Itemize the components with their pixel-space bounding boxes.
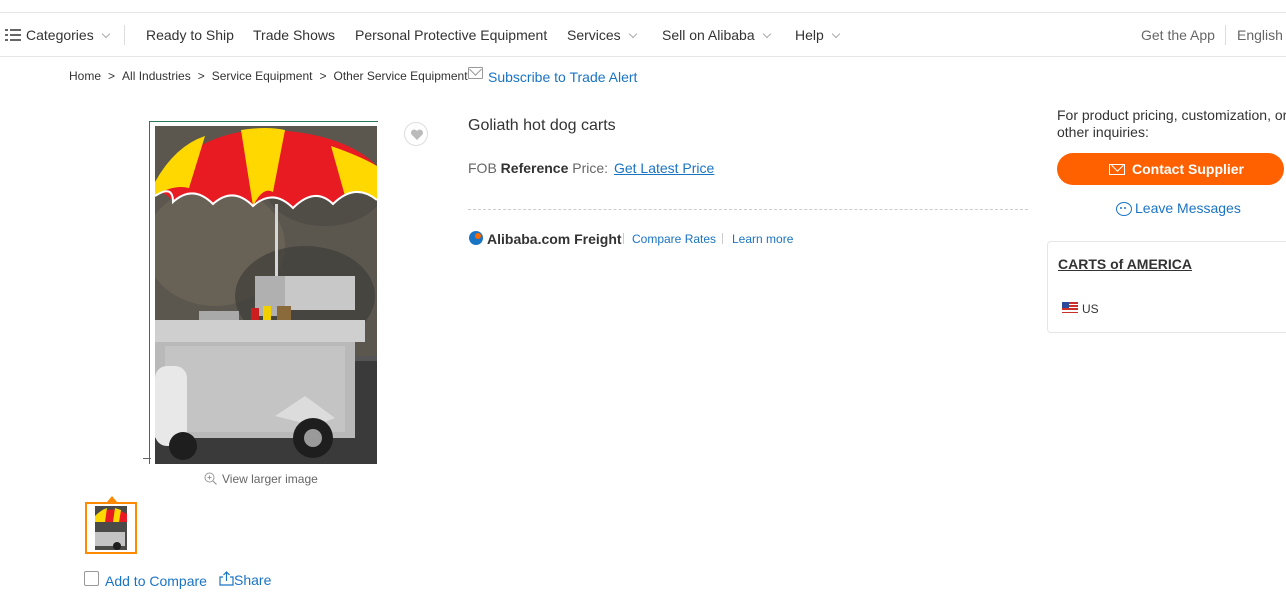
get-latest-price-link[interactable]: Get Latest Price (614, 160, 714, 176)
learn-more-link[interactable]: Learn more (732, 232, 793, 246)
breadcrumb-separator: > (319, 69, 327, 83)
product-thumbnail[interactable] (85, 502, 137, 554)
zoom-icon[interactable] (204, 472, 217, 485)
nav-ready-to-ship[interactable]: Ready to Ship (146, 13, 234, 57)
nav-services[interactable]: Services (567, 13, 637, 57)
breadcrumb-all-industries[interactable]: All Industries (122, 69, 191, 83)
freight-divider (623, 233, 624, 244)
chevron-down-icon (101, 29, 110, 39)
breadcrumb-other-service-equipment[interactable]: Other Service Equipment (333, 69, 467, 83)
nav-get-app[interactable]: Get the App (1141, 13, 1215, 57)
breadcrumb: Home > All Industries > Service Equipment > Ot… (69, 69, 468, 83)
nav-sell-label: Sell on Alibaba (662, 27, 755, 43)
contact-supplier-button[interactable]: Contact Supplier (1057, 153, 1284, 185)
freight-globe-icon (469, 231, 483, 245)
breadcrumb-separator: > (108, 69, 116, 83)
nav-help-label: Help (795, 27, 824, 43)
chevron-down-icon (831, 29, 841, 39)
breadcrumb-separator: > (197, 69, 205, 83)
freight-divider (722, 233, 723, 244)
envelope-icon (1109, 164, 1125, 175)
compare-rates-link[interactable]: Compare Rates (632, 232, 716, 246)
price-row: FOB Reference Price: Get Latest Price (468, 160, 714, 176)
nav-divider (1225, 25, 1226, 45)
price-reference: Reference (500, 160, 569, 176)
frame-tick (143, 458, 151, 459)
chat-icon[interactable] (1116, 202, 1132, 216)
nav-ppe[interactable]: Personal Protective Equipment (355, 13, 547, 57)
divider (468, 209, 1028, 210)
supplier-country: US (1082, 302, 1099, 316)
list-menu-icon[interactable] (5, 29, 21, 41)
top-nav: Categories Ready to Ship Trade Shows Per… (0, 13, 1286, 57)
us-flag-icon (1062, 302, 1078, 313)
share-icon[interactable] (219, 571, 234, 586)
product-main-image[interactable] (155, 126, 377, 464)
add-to-compare-link[interactable]: Add to Compare (105, 573, 207, 589)
nav-divider (124, 25, 125, 45)
share-link[interactable]: Share (234, 572, 271, 588)
supplier-card (1047, 241, 1286, 333)
breadcrumb-service-equipment[interactable]: Service Equipment (212, 69, 313, 83)
nav-categories[interactable]: Categories (26, 13, 110, 57)
add-to-compare-checkbox[interactable] (84, 571, 99, 586)
view-larger-image-link[interactable]: View larger image (222, 472, 318, 486)
freight-label: Alibaba.com Freight (487, 231, 622, 247)
nav-trade-shows[interactable]: Trade Shows (253, 13, 335, 57)
nav-help[interactable]: Help (795, 13, 841, 57)
product-title: Goliath hot dog carts (468, 117, 616, 134)
favorite-button[interactable] (404, 122, 428, 146)
leave-messages-link[interactable]: Leave Messages (1135, 200, 1241, 216)
price-suffix: Price: (572, 160, 609, 176)
supplier-name-link[interactable]: CARTS of AMERICA (1058, 256, 1192, 272)
inquiry-text: For product pricing, customization, or o… (1057, 107, 1286, 140)
chevron-down-icon (762, 29, 771, 39)
nav-categories-label: Categories (26, 27, 94, 43)
chevron-down-icon (628, 29, 637, 39)
nav-services-label: Services (567, 27, 621, 43)
contact-supplier-label: Contact Supplier (1132, 161, 1245, 177)
breadcrumb-home[interactable]: Home (69, 69, 101, 83)
price-prefix: FOB (468, 160, 497, 176)
subscribe-trade-alert-link[interactable]: Subscribe to Trade Alert (488, 69, 637, 85)
nav-sell-on-alibaba[interactable]: Sell on Alibaba (662, 13, 771, 57)
heart-icon (410, 129, 424, 140)
nav-language[interactable]: English (1237, 13, 1283, 57)
mail-icon[interactable] (468, 67, 483, 79)
